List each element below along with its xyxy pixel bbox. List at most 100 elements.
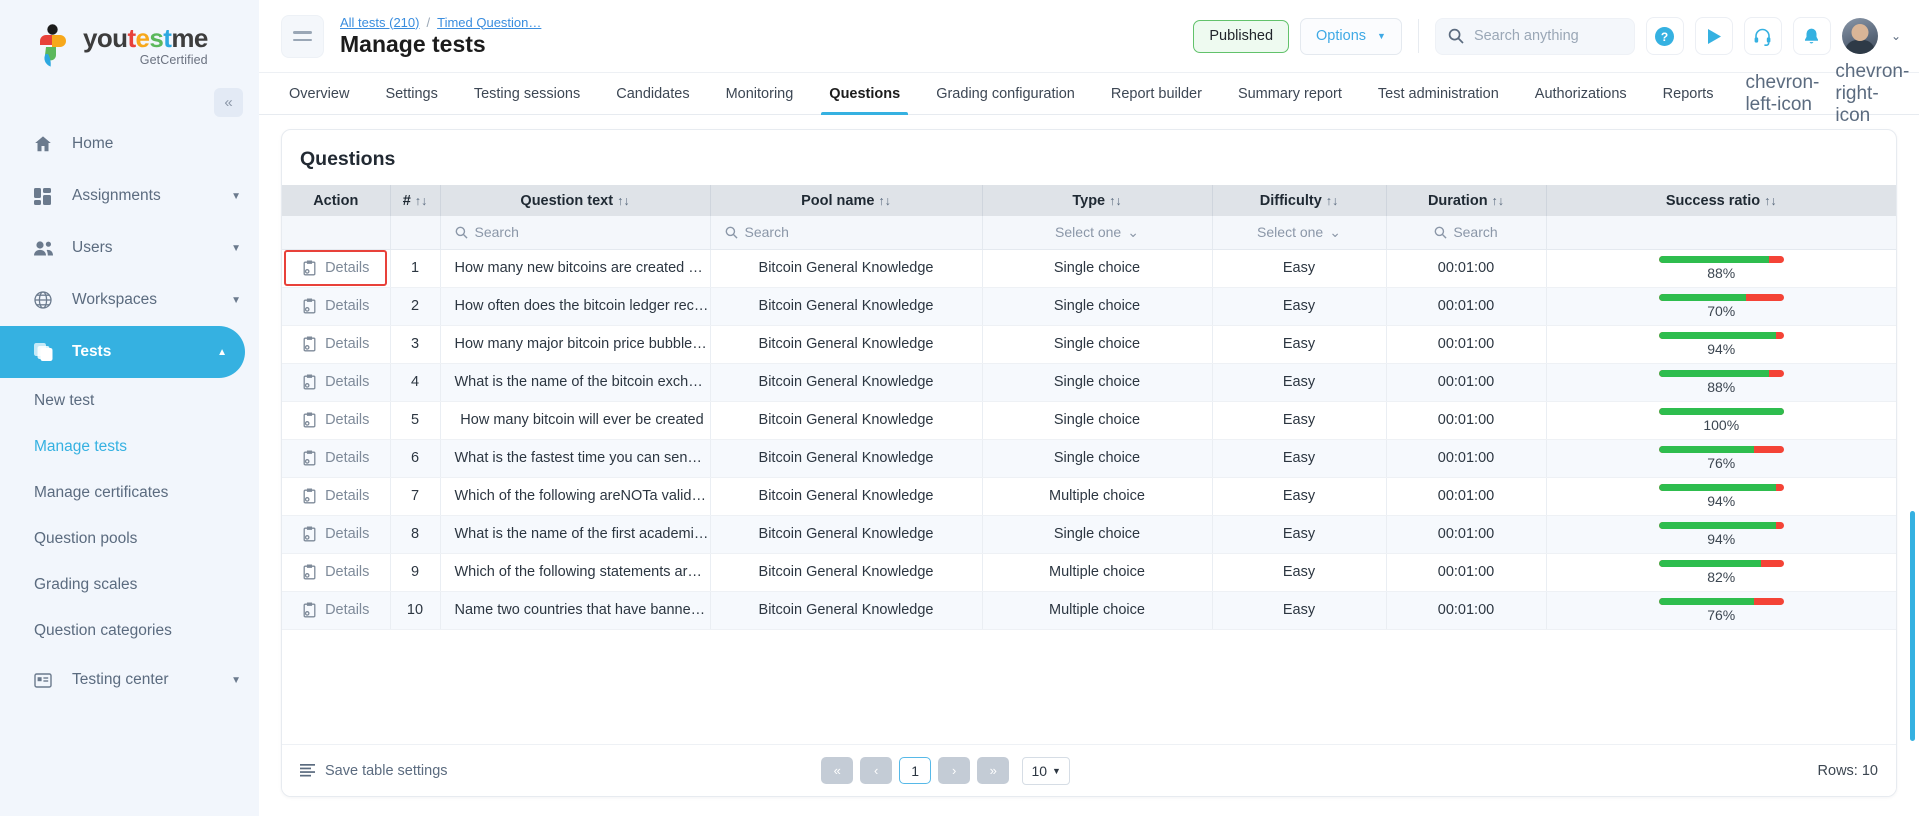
col-success-ratio[interactable]: Success ratio ↑↓: [1546, 185, 1896, 216]
table-row[interactable]: Details 3 How many major bitcoin price bub…: [282, 325, 1896, 364]
filter-pool-name[interactable]: Search: [710, 216, 983, 250]
headset-icon[interactable]: [1743, 17, 1782, 55]
sidebar-subitem-question-categories[interactable]: Question categories: [0, 608, 259, 654]
filter-duration[interactable]: Search: [1386, 216, 1547, 250]
details-button[interactable]: Details: [293, 597, 378, 623]
cell-number: 2: [390, 287, 441, 326]
sidebar-item-tests[interactable]: Tests ▲: [0, 326, 245, 378]
success-ratio: 100%: [1547, 405, 1897, 436]
sort-icon[interactable]: ↑↓: [1492, 194, 1505, 208]
brand-logo[interactable]: youtestme GetCertified: [0, 0, 259, 92]
table-row[interactable]: Details 10 Name two countries that have ba…: [282, 591, 1897, 630]
table-row[interactable]: Details 1 How many new bitcoins are create…: [282, 249, 1896, 288]
tab-summary-report[interactable]: Summary report: [1220, 73, 1360, 114]
pagination-next-button[interactable]: ›: [938, 757, 971, 784]
sidebar-collapse-button[interactable]: «: [214, 88, 243, 117]
cell-action: Details: [282, 325, 391, 364]
sort-icon[interactable]: ↑↓: [415, 194, 428, 208]
col-question-text[interactable]: Question text ↑↓: [440, 185, 711, 216]
filter-type[interactable]: Select one ⌄: [982, 216, 1213, 250]
success-ratio-bar: [1658, 331, 1784, 339]
col-type[interactable]: Type ↑↓: [982, 185, 1213, 216]
cell-duration: 00:01:00: [1386, 439, 1547, 478]
success-ratio: 76%: [1547, 595, 1897, 626]
sort-icon[interactable]: ↑↓: [1764, 194, 1777, 208]
filter-difficulty[interactable]: Select one ⌄: [1212, 216, 1387, 250]
details-button[interactable]: Details: [293, 293, 378, 319]
play-icon[interactable]: [1694, 17, 1733, 55]
sidebar-subitem-question-pools[interactable]: Question pools: [0, 516, 259, 562]
sidebar-item-workspaces[interactable]: Workspaces ▼: [0, 274, 259, 326]
table-row[interactable]: Details 6 What is the fastest time you can…: [282, 439, 1896, 478]
cell-duration: 00:01:00: [1386, 287, 1547, 326]
sidebar-item-testing-center[interactable]: Testing center ▼: [0, 654, 259, 706]
details-button[interactable]: Details: [293, 559, 378, 585]
col-pool-name[interactable]: Pool name ↑↓: [710, 185, 983, 216]
tab-authorizations[interactable]: Authorizations: [1517, 73, 1645, 114]
tab-grading-configuration[interactable]: Grading configuration: [918, 73, 1093, 114]
table-row[interactable]: Details 2 How often does the bitcoin ledge…: [282, 287, 1896, 326]
sidebar-subitem-new-test[interactable]: New test: [0, 378, 259, 424]
hamburger-icon[interactable]: [281, 14, 324, 58]
tab-testing-sessions[interactable]: Testing sessions: [456, 73, 598, 114]
col-difficulty[interactable]: Difficulty ↑↓: [1212, 185, 1387, 216]
filter-question-text[interactable]: Search: [440, 216, 711, 250]
sidebar-item-users[interactable]: Users ▼: [0, 222, 259, 274]
tab-reports[interactable]: Reports: [1645, 73, 1732, 114]
col-number[interactable]: # ↑↓: [390, 185, 441, 216]
page-size-select[interactable]: 10 ▼: [1022, 756, 1071, 785]
cell-action: Details: [282, 439, 391, 478]
options-button[interactable]: Options ▼: [1300, 17, 1402, 55]
col-duration[interactable]: Duration ↑↓: [1386, 185, 1547, 216]
sidebar-subitem-manage-certificates[interactable]: Manage certificates: [0, 470, 259, 516]
sort-icon[interactable]: ↑↓: [1109, 194, 1122, 208]
details-button[interactable]: Details: [284, 250, 388, 286]
topbar: All tests (210) / Timed Question… Manage…: [259, 0, 1919, 73]
bell-icon[interactable]: [1792, 17, 1831, 55]
col-action[interactable]: Action: [282, 185, 391, 216]
tab-monitoring[interactable]: Monitoring: [708, 73, 812, 114]
breadcrumb-all-tests[interactable]: All tests (210): [340, 15, 419, 30]
pagination-last-button[interactable]: »: [977, 757, 1010, 784]
table-row[interactable]: Details 7 Which of the following areNOTa v…: [282, 477, 1896, 516]
table-row[interactable]: Details 5 How many bitcoin will ever be cr…: [282, 401, 1897, 440]
tab-overview[interactable]: Overview: [271, 73, 367, 114]
details-button[interactable]: Details: [293, 369, 378, 395]
details-button[interactable]: Details: [293, 521, 378, 547]
sidebar-item-assignments[interactable]: Assignments ▼: [0, 170, 259, 222]
details-button[interactable]: Details: [293, 483, 378, 509]
sort-icon[interactable]: ↑↓: [617, 194, 630, 208]
details-label: Details: [325, 450, 370, 466]
tab-candidates[interactable]: Candidates: [598, 73, 707, 114]
sidebar-subitem-grading-scales[interactable]: Grading scales: [0, 562, 259, 608]
tab-report-builder[interactable]: Report builder: [1093, 73, 1220, 114]
details-button[interactable]: Details: [293, 407, 378, 433]
details-button[interactable]: Details: [293, 331, 378, 357]
details-button[interactable]: Details: [293, 445, 378, 471]
search-input[interactable]: Search anything: [1434, 17, 1635, 55]
topbar-actions: Published Options ▼ Search anything ? ⌄: [1193, 17, 1901, 55]
table-row[interactable]: Details 4 What is the name of the bitcoin …: [282, 363, 1896, 402]
sort-icon[interactable]: ↑↓: [1326, 194, 1339, 208]
save-table-settings-button[interactable]: Save table settings: [300, 763, 448, 779]
help-icon[interactable]: ?: [1645, 17, 1684, 55]
table-row[interactable]: Details 9 Which of the following statement…: [282, 553, 1896, 592]
tab-questions[interactable]: Questions: [811, 73, 918, 115]
vertical-scrollbar[interactable]: [1910, 511, 1915, 741]
table-row[interactable]: Details 8 What is the name of the first ac…: [282, 515, 1896, 554]
avatar[interactable]: [1841, 18, 1878, 54]
breadcrumb-current-test[interactable]: Timed Question…: [437, 15, 541, 30]
sort-icon[interactable]: ↑↓: [878, 194, 891, 208]
chevron-down-icon[interactable]: ⌄: [1891, 29, 1901, 43]
sidebar-subitem-manage-tests[interactable]: Manage tests: [0, 424, 259, 470]
tab-settings[interactable]: Settings: [367, 73, 455, 114]
status-badge-published[interactable]: Published: [1193, 19, 1290, 53]
details-label: Details: [325, 374, 370, 390]
pagination-first-button[interactable]: «: [821, 757, 854, 784]
pagination-prev-button[interactable]: ‹: [860, 757, 893, 784]
chevron-left-icon[interactable]: chevron-left-icon: [1745, 72, 1819, 116]
cell-success-ratio: 94%: [1546, 515, 1896, 554]
sidebar-item-home[interactable]: Home: [0, 118, 259, 170]
tab-test-administration[interactable]: Test administration: [1360, 73, 1517, 114]
pagination-current-page[interactable]: 1: [899, 757, 932, 784]
